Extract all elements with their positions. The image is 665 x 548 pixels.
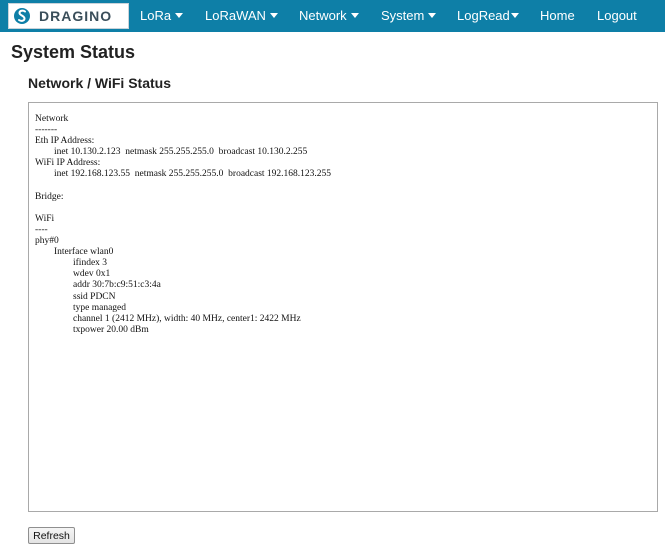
nav-network-menu[interactable]: Network (299, 0, 359, 32)
section-title: Network / WiFi Status (28, 75, 172, 91)
nav-home-link[interactable]: Home (540, 0, 575, 32)
status-output-panel[interactable]: Network ------- Eth IP Address: inet 10.… (28, 102, 658, 512)
dragino-logo-icon (14, 8, 30, 24)
caret-down-icon (175, 13, 184, 18)
caret-down-icon (510, 13, 519, 18)
brand-logo[interactable]: DRAGINO (8, 3, 129, 29)
nav-lora-menu[interactable]: LoRa (140, 0, 184, 32)
brand-name: DRAGINO (39, 8, 113, 24)
nav-lorawan-label: LoRaWAN (205, 8, 266, 23)
page-title: System Status (11, 42, 136, 62)
nav-system-menu[interactable]: System (381, 0, 437, 32)
status-output-text: Network ------- Eth IP Address: inet 10.… (35, 114, 332, 335)
nav-lorawan-menu[interactable]: LoRaWAN (205, 0, 278, 32)
top-navbar: DRAGINO LoRa LoRaWAN Network System LogR… (0, 0, 665, 32)
nav-logread-menu[interactable]: LogRead (457, 0, 519, 32)
nav-logout-link[interactable]: Logout (597, 0, 637, 32)
nav-logout-label: Logout (597, 8, 637, 23)
caret-down-icon (350, 13, 359, 18)
caret-down-icon (269, 13, 278, 18)
refresh-button[interactable]: Refresh (28, 527, 75, 544)
caret-down-icon (428, 13, 437, 18)
nav-logread-label: LogRead (457, 8, 510, 23)
nav-network-label: Network (299, 8, 347, 23)
nav-home-label: Home (540, 8, 575, 23)
nav-system-label: System (381, 8, 425, 23)
nav-lora-label: LoRa (140, 8, 172, 23)
